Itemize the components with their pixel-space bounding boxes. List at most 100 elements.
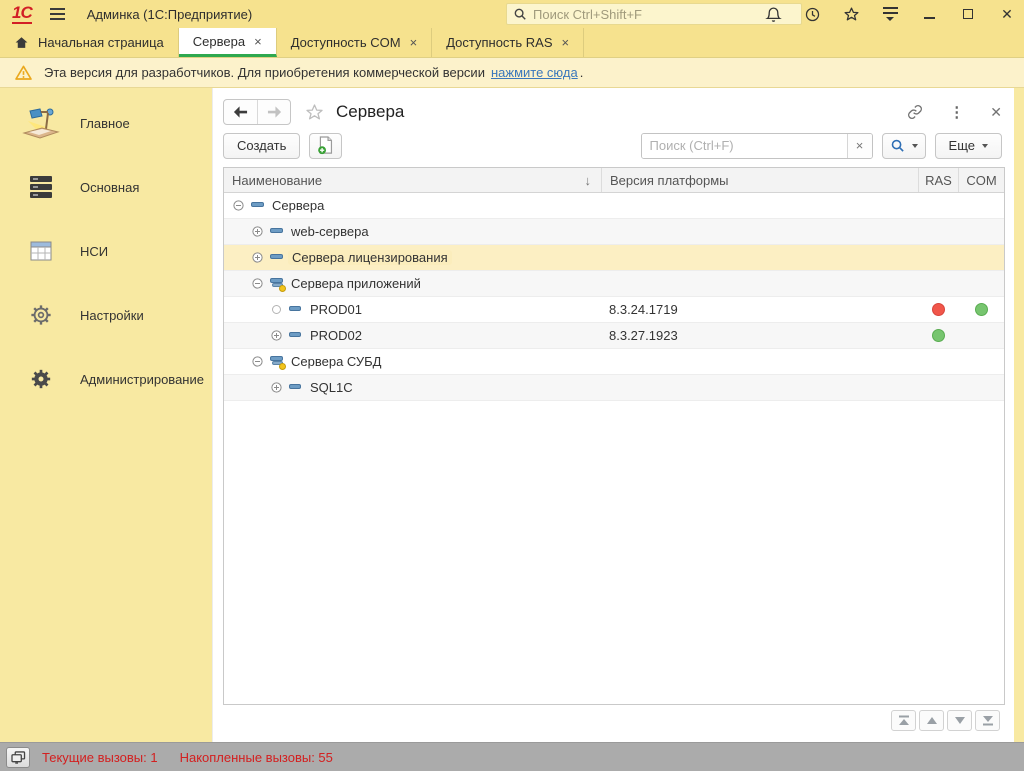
sidebar-item-nsi[interactable]: НСИ [0,219,212,283]
servers-tree-table: Наименование ↓ Версия платформы RAS COM … [223,167,1005,705]
back-button[interactable] [224,100,257,124]
history-nav-group [223,99,291,125]
app-title: Админка (1С:Предприятие) [86,6,253,22]
go-up-button[interactable] [919,710,944,731]
collapse-icon[interactable] [233,200,244,211]
sidebar-item-settings[interactable]: Настройки [0,283,212,347]
sidebar-item-osnovnaya[interactable]: Основная [0,155,212,219]
platform-version [601,375,918,400]
tab-home[interactable]: Начальная страница [0,28,179,57]
more-menu-icon[interactable]: ⋮ [949,103,964,121]
com-status-indicator [974,303,988,316]
performance-indicators-icon[interactable] [6,746,30,768]
platform-version [601,219,918,244]
tree-body: Сервера web-сервера Сервера лицензирования… [224,193,1004,401]
sort-descending-icon: ↓ [584,172,592,188]
server-item-icon [288,381,304,394]
table-row[interactable]: Сервера лицензирования [224,245,1004,271]
go-down-button[interactable] [947,710,972,731]
create-button[interactable]: Создать [223,132,301,159]
create-group-button[interactable] [309,132,343,159]
server-stack-icon [20,176,62,198]
get-link-icon[interactable] [907,104,923,120]
platform-version: 8.3.24.1719 [609,302,678,317]
column-header-ras[interactable]: RAS [918,168,958,192]
maximize-button[interactable] [959,5,977,23]
tab-bar: Начальная страница Сервера × Доступность… [0,28,1024,58]
create-group-icon [318,136,333,155]
search-dropdown-button[interactable] [881,132,926,159]
table-row[interactable]: SQL1C [224,375,1004,401]
server-group-icon [269,225,285,238]
server-group-open-icon [269,355,286,370]
banner-text: Эта версия для разработчиков. Для приобр… [44,65,485,80]
list-search-input[interactable] [641,133,847,158]
expand-icon[interactable] [252,226,263,237]
tab-close-icon[interactable]: × [254,35,262,48]
hamburger-menu-icon[interactable] [49,8,65,20]
node-label: SQL1C [310,380,353,395]
sidebar-item-administration[interactable]: Администрирование [0,347,212,411]
server-group-icon [250,199,266,212]
expand-icon[interactable] [271,330,282,341]
node-label: Сервера лицензирования [288,250,452,265]
table-row[interactable]: Сервера приложений [224,271,1004,297]
collapse-icon[interactable] [252,356,263,367]
tab-availability-com[interactable]: Доступность COM × [277,28,433,57]
sidebar-item-label: НСИ [80,243,109,259]
page-title: Сервера [336,102,405,121]
table-row[interactable]: Сервера СУБД [224,349,1004,375]
forward-button[interactable] [257,100,290,124]
tab-servers[interactable]: Сервера × [178,28,277,57]
expand-icon[interactable] [271,382,282,393]
platform-version [601,193,918,218]
node-label: Сервера СУБД [291,354,382,369]
table-row[interactable]: web-сервера [224,219,1004,245]
go-first-button[interactable] [891,710,916,731]
table-row[interactable]: Сервера [224,193,1004,219]
banner-link[interactable]: нажмите сюда [491,65,578,80]
table-row[interactable]: PROD01 8.3.24.1719 [224,297,1004,323]
clear-search-icon[interactable]: × [846,133,872,158]
sidebar-item-label: Настройки [80,307,144,323]
favorites-star-icon[interactable] [842,5,860,23]
chevron-down-icon [911,143,918,148]
server-item-icon [288,303,304,316]
column-header-version[interactable]: Версия платформы [601,168,918,192]
ras-status-indicator [931,329,945,342]
sidebar-item-main[interactable]: Главное [0,91,212,155]
chevron-down-icon [982,143,988,148]
tab-availability-ras[interactable]: Доступность RAS × [432,28,585,57]
titlebar: 1С Админка (1С:Предприятие) ✕ [0,0,1024,28]
warning-icon [15,65,32,80]
column-header-com[interactable]: COM [958,168,1004,192]
search-icon [514,8,526,20]
gear-solid-icon [20,369,62,389]
global-search-input[interactable] [533,6,795,22]
global-search[interactable] [506,3,802,25]
desk-lamp-icon [20,103,62,143]
tab-close-icon[interactable]: × [562,36,570,49]
collapse-icon[interactable] [252,278,263,289]
row-navigation-buttons [891,710,1000,731]
minimize-button[interactable] [920,5,938,23]
servers-form: Сервера ⋮ ✕ Создать × Еще [212,88,1024,742]
list-search: × [640,132,873,159]
go-last-button[interactable] [975,710,1000,731]
close-window-button[interactable]: ✕ [998,5,1016,23]
platform-version [601,349,918,374]
service-menu-icon[interactable] [881,5,899,23]
table-row[interactable]: PROD02 8.3.27.1923 [224,323,1004,349]
favorite-star-icon[interactable] [305,103,324,122]
node-label: web-сервера [291,224,369,239]
close-form-icon[interactable]: ✕ [990,104,1002,121]
expand-icon[interactable] [252,252,263,263]
history-icon[interactable] [803,5,821,23]
sidebar-item-label: Основная [80,179,140,195]
column-header-name[interactable]: Наименование ↓ [224,168,601,192]
sidebar: Главное Основная НСИ Настройки Администр… [0,88,212,742]
more-button[interactable]: Еще [934,132,1002,159]
tab-close-icon[interactable]: × [410,36,418,49]
current-calls: Текущие вызовы: 1 [42,749,158,765]
notifications-bell-icon[interactable] [764,5,782,23]
